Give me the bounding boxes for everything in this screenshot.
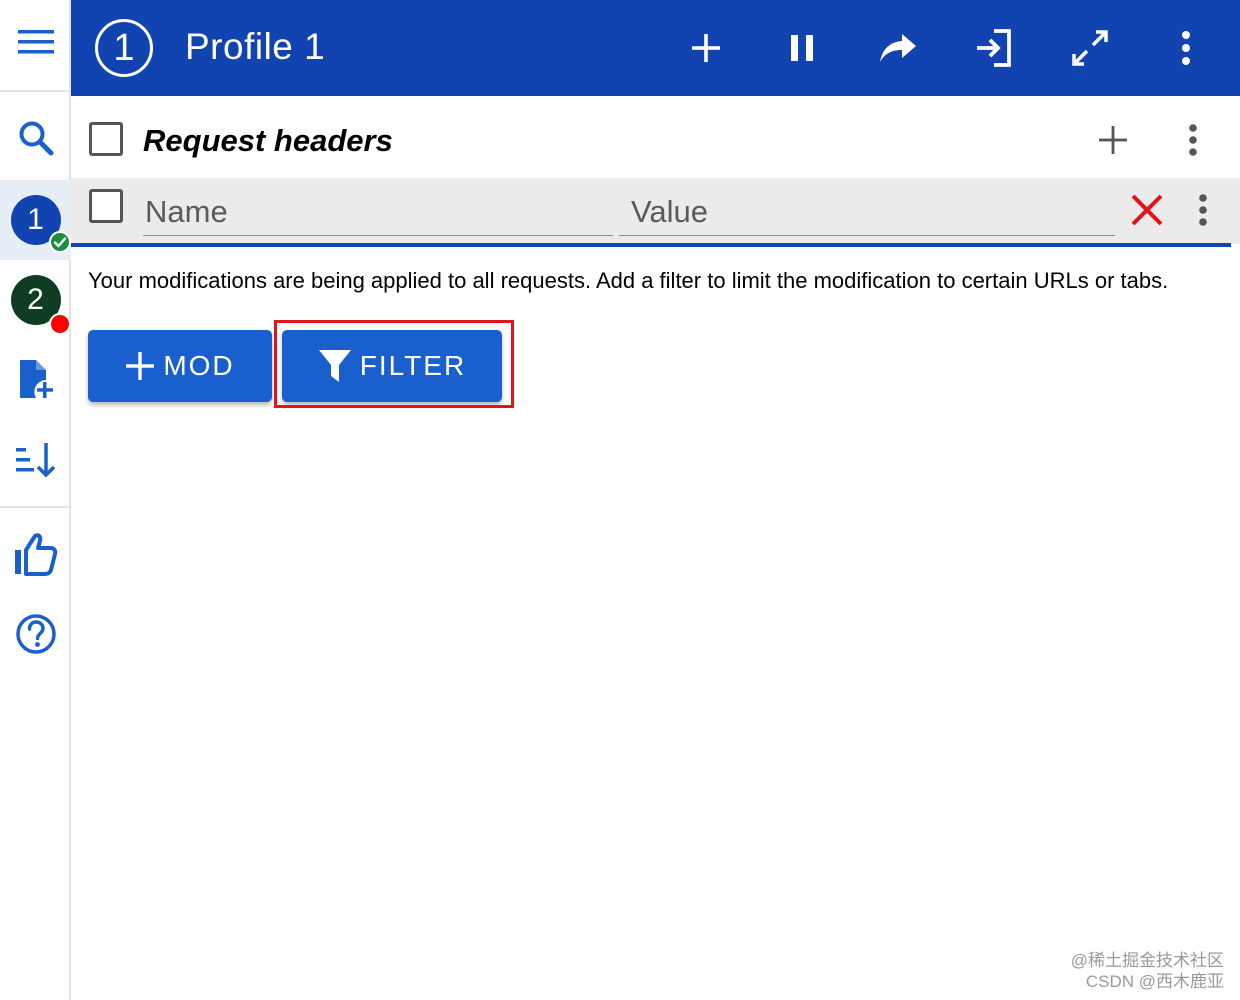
watermark-line-1: @稀土掘金技术社区: [1070, 951, 1224, 970]
more-vertical-icon[interactable]: [1171, 118, 1215, 162]
watermark: @稀土掘金技术社区 CSDN @西木鹿亚: [1071, 950, 1224, 992]
row-focus-line: [71, 243, 1231, 247]
add-mod-button[interactable]: MOD: [88, 330, 272, 402]
sort-descending-icon[interactable]: [0, 432, 71, 488]
sidebar-divider: [0, 506, 71, 508]
header-name-input[interactable]: [143, 188, 613, 236]
profile-avatar: 2: [10, 275, 71, 335]
import-icon[interactable]: [970, 24, 1018, 72]
more-vertical-icon[interactable]: [1181, 188, 1225, 232]
header-value-input[interactable]: [619, 188, 1115, 236]
request-headers-section: Request headers: [71, 96, 1240, 178]
section-title: Request headers: [143, 123, 393, 158]
add-icon[interactable]: [682, 24, 730, 72]
more-vertical-icon[interactable]: [1162, 24, 1210, 72]
sidebar-divider: [0, 90, 71, 92]
watermark-line-2: CSDN @西木鹿亚: [1085, 972, 1224, 991]
profile-number-badge: 1: [95, 19, 153, 77]
help-circle-icon[interactable]: [0, 606, 71, 662]
profile-number: 2: [27, 283, 44, 316]
add-icon[interactable]: [1091, 118, 1135, 162]
hamburger-menu-icon[interactable]: [0, 14, 71, 70]
page-title: Profile 1: [185, 26, 326, 67]
profile-number: 1: [27, 203, 44, 236]
file-add-icon[interactable]: [0, 352, 71, 408]
sidebar-profile-1[interactable]: 1: [0, 192, 71, 253]
error-status-icon: [48, 313, 71, 335]
section-checkbox[interactable]: [89, 122, 123, 156]
header-row: [71, 178, 1240, 244]
expand-icon[interactable]: [1066, 24, 1114, 72]
row-checkbox[interactable]: [89, 189, 123, 223]
add-mod-label: MOD: [163, 350, 235, 381]
profile-avatar: 1: [10, 195, 71, 253]
search-icon[interactable]: [0, 110, 71, 166]
add-icon: [125, 351, 155, 381]
check-status-icon: [48, 231, 71, 253]
profile-header: 1 Profile 1: [71, 0, 1240, 96]
annotation-highlight-box: [274, 320, 514, 408]
thumbs-up-icon[interactable]: [0, 526, 71, 582]
pause-icon[interactable]: [778, 24, 826, 72]
filter-notice: Your modifications are being applied to …: [88, 268, 1169, 293]
sidebar: 1 2: [0, 0, 71, 1000]
close-icon[interactable]: [1125, 188, 1169, 232]
sidebar-profile-2[interactable]: 2: [0, 272, 71, 335]
share-icon[interactable]: [874, 24, 922, 72]
